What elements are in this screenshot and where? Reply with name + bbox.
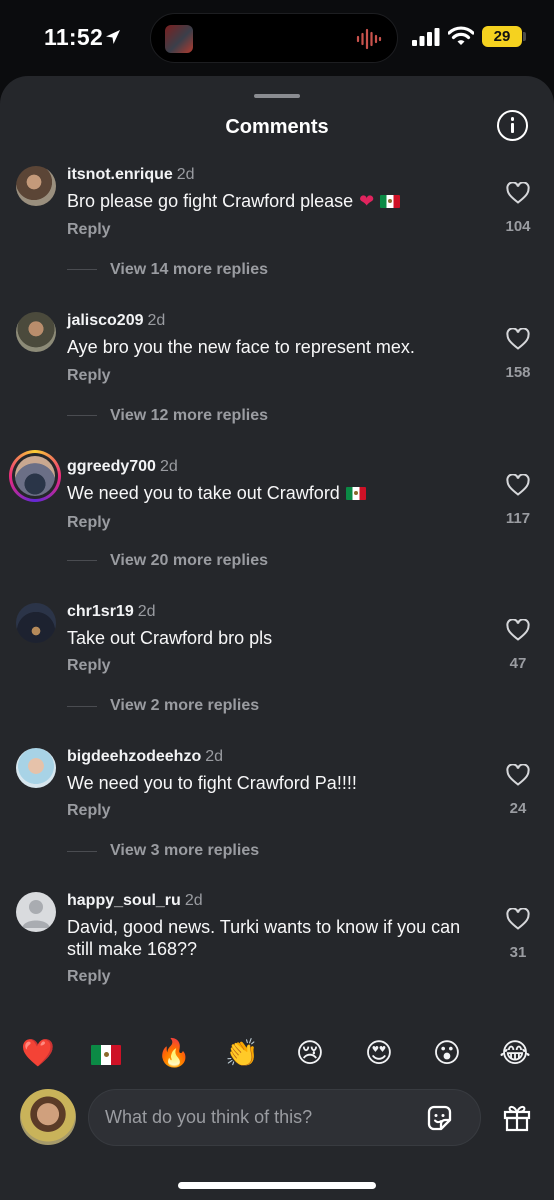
audio-waveform-icon [356,28,382,50]
like-count: 31 [509,944,527,961]
comment-text: We need you to take out Crawford [67,482,487,504]
comment-age: 2d [205,748,224,765]
dynamic-island[interactable] [150,13,398,63]
avatar[interactable] [16,892,56,932]
comment-age: 2d [137,603,156,620]
emoji-heart-eyes[interactable]: 😍 [361,1036,397,1072]
like-count: 117 [505,510,531,527]
like-heart-icon[interactable] [506,474,530,496]
red-heart-emoji: ❤ [359,191,375,211]
view-more-replies[interactable]: View 20 more replies [110,552,268,570]
reply-button[interactable]: Reply [67,657,111,675]
like-heart-icon[interactable] [506,182,530,204]
mexico-flag-emoji [380,195,401,208]
comment-username[interactable]: bigdeehzodeehzo 2d [67,748,223,766]
comment-text: Aye bro you the new face to represent me… [67,337,415,357]
like-count: 24 [509,800,527,817]
battery-icon [523,32,526,41]
comment-text: David, good news. Turki wants to know if… [67,917,461,959]
comment-username[interactable]: itsnot.enrique 2d [67,166,195,184]
view-more-replies[interactable]: View 14 more replies [110,261,268,279]
avatar[interactable] [16,166,56,206]
info-icon[interactable] [497,110,528,141]
emoji-reaction-bar: ❤️ 🔥 👏 😢 😍 😮 😂 [0,1030,554,1080]
thread-line [67,560,97,561]
home-indicator[interactable] [178,1182,376,1189]
avatar[interactable] [16,603,56,643]
like-heart-icon[interactable] [506,619,530,641]
emoji-tears-of-joy[interactable]: 😂 [497,1036,533,1072]
reply-button[interactable]: Reply [67,968,111,986]
mexico-flag-emoji [345,487,366,500]
my-avatar [20,1089,76,1145]
comment-item: bigdeehzodeehzo 2d We need you to fight C… [0,748,554,888]
reply-button[interactable]: Reply [67,514,111,532]
reply-button[interactable]: Reply [67,367,111,385]
status-time: 11:52 [44,24,104,50]
comment-username[interactable]: happy_soul_ru 2d [67,892,203,910]
like-count: 104 [505,218,531,235]
emoji-crying-face[interactable]: 😢 [292,1036,328,1072]
comment-item: ggreedy700 2d We need you to take out Cra… [0,450,554,598]
battery-level: 29 [482,26,522,47]
location-arrow-icon [106,30,120,44]
view-more-replies[interactable]: View 12 more replies [110,407,268,425]
like-count: 47 [509,655,527,672]
reply-button[interactable]: Reply [67,221,111,239]
reply-button[interactable]: Reply [67,802,111,820]
comment-text: We need you to fight Crawford Pa!!!! [67,773,357,793]
comment-username[interactable]: jalisco209 2d [67,312,165,330]
sheet-title: Comments [225,116,329,138]
like-heart-icon[interactable] [506,764,530,786]
now-playing-artwork [165,25,193,53]
thread-line [67,706,97,707]
emoji-mexico-flag[interactable] [88,1036,124,1072]
comment-username[interactable]: chr1sr19 2d [67,603,156,621]
thread-line [67,851,97,852]
emoji-red-heart[interactable]: ❤️ [20,1036,56,1072]
view-more-replies[interactable]: View 2 more replies [110,697,259,715]
comment-input[interactable] [105,1090,405,1145]
sheet-grabber[interactable] [254,94,300,98]
sticker-icon[interactable] [425,1104,454,1133]
signal-icon [412,28,440,46]
comment-age: 2d [147,312,166,329]
comment-age: 2d [159,458,178,475]
comment-item: happy_soul_ru 2d David, good news. Turki … [0,892,554,1032]
comment-age: 2d [176,166,195,183]
comment-composer[interactable] [88,1089,481,1146]
comment-text: Take out Crawford bro pls [67,628,273,648]
thread-line [67,269,97,270]
thread-line [67,415,97,416]
comment-age: 2d [184,892,203,909]
default-avatar-icon [22,900,50,928]
emoji-fire[interactable]: 🔥 [156,1036,192,1072]
comment-username[interactable]: ggreedy700 2d [67,458,178,476]
view-more-replies[interactable]: View 3 more replies [110,842,259,860]
like-heart-icon[interactable] [506,908,530,930]
avatar[interactable] [16,312,56,352]
comment-item: chr1sr19 2d Take out Crawford bro pls Rep… [0,603,554,743]
comment-item: jalisco209 2d Aye bro you the new face to… [0,312,554,452]
status-bar: 11:52 29 [0,0,554,75]
gift-icon[interactable] [502,1102,532,1132]
avatar[interactable] [15,456,55,496]
like-count: 158 [505,364,531,381]
comment-text: Bro please go fight Crawford please ❤ [67,190,487,212]
wifi-icon [448,26,474,45]
comment-item: itsnot.enrique 2d Bro please go fight Cra… [0,166,554,306]
emoji-surprised-face[interactable]: 😮 [429,1036,465,1072]
emoji-clapping-hands[interactable]: 👏 [224,1036,260,1072]
avatar[interactable] [16,748,56,788]
like-heart-icon[interactable] [506,328,530,350]
